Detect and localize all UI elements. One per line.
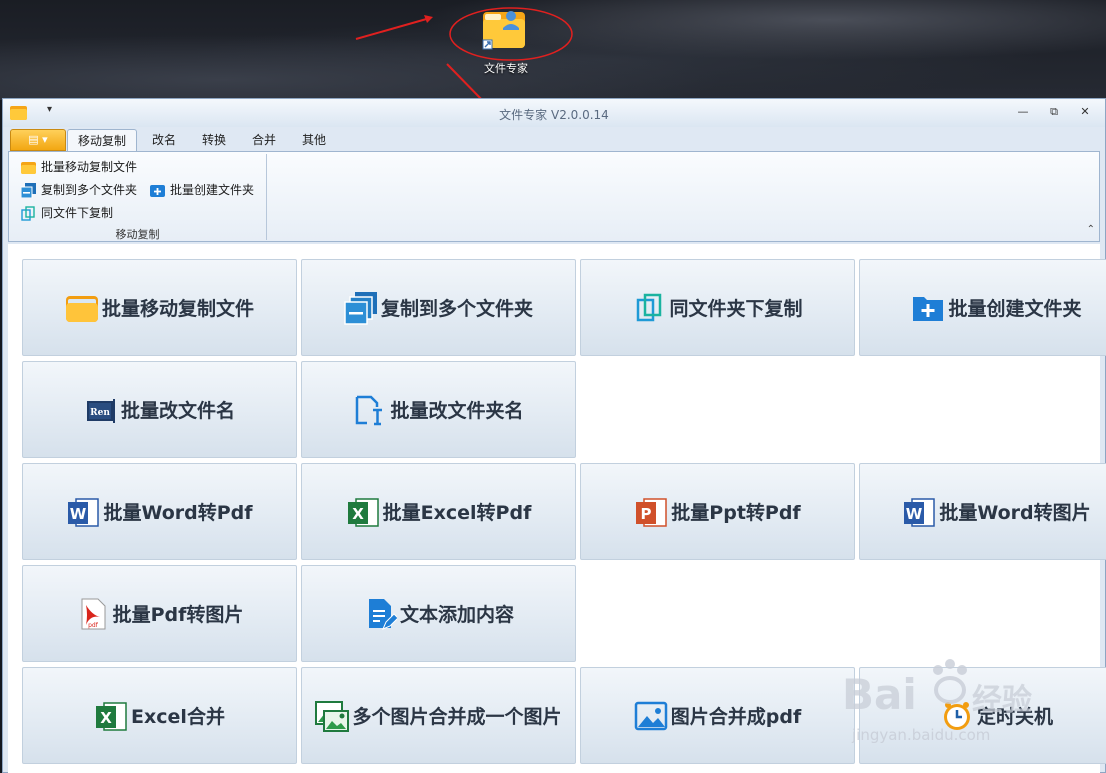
close-button[interactable]: ✕ [1074, 103, 1096, 121]
desktop-background: 文件专家 [0, 0, 1106, 100]
tile-batch-word-to-image[interactable]: W 批量Word转图片 [859, 463, 1106, 560]
title-bar[interactable]: ▾ 文件专家 V2.0.0.14 — ⧉ ✕ [3, 99, 1105, 127]
tile-batch-ppt-to-pdf[interactable]: P 批量Ppt转Pdf [580, 463, 855, 560]
image-icon [634, 701, 668, 730]
text-edit-icon [368, 598, 397, 630]
file-menu-button[interactable]: ▤ ▾ [10, 129, 66, 151]
ribbon-item-label: 同文件下复制 [41, 206, 114, 220]
desktop-shortcut-file-expert[interactable]: 文件专家 [470, 6, 542, 76]
copy-icon [21, 206, 35, 221]
tile-label: 批量Word转Pdf [103, 502, 253, 524]
tile-label: 批量Ppt转Pdf [671, 502, 801, 524]
tile-batch-excel-to-pdf[interactable]: X 批量Excel转Pdf [301, 463, 576, 560]
pdf-icon: pdf [81, 598, 106, 629]
tile-label: Excel合并 [131, 706, 225, 728]
rename-folder-icon [356, 395, 383, 425]
tile-images-to-pdf[interactable]: 图片合并成pdf [580, 667, 855, 764]
watermark-url: jingyan.baidu.com [852, 726, 991, 744]
tile-label: 多个图片合并成一个图片 [352, 706, 562, 728]
desktop-shortcut-label: 文件专家 [484, 62, 528, 75]
copy-multi-icon [344, 291, 377, 325]
svg-text:Ren: Ren [90, 408, 110, 418]
tile-label: 批量Word转图片 [939, 502, 1091, 524]
add-folder-icon [150, 185, 165, 197]
folder-user-icon [482, 11, 525, 50]
tile-copy-multi-folder[interactable]: 复制到多个文件夹 [301, 259, 576, 356]
tab-other[interactable]: 其他 [293, 129, 335, 151]
copy-icon [637, 293, 662, 321]
svg-text:pdf: pdf [88, 622, 99, 629]
svg-text:X: X [352, 505, 364, 523]
svg-text:P: P [641, 505, 652, 523]
ribbon-tabs: ▤ ▾ 移动复制 改名 转换 合并 其他 [3, 127, 1105, 151]
ribbon-item-label: 批量创建文件夹 [170, 183, 255, 197]
copy-multi-icon [21, 183, 36, 198]
svg-text:W: W [906, 505, 923, 523]
tile-batch-word-to-pdf[interactable]: W 批量Word转Pdf [22, 463, 297, 560]
ribbon-item-label: 批量移动复制文件 [41, 160, 138, 174]
watermark-brand: Bai [842, 670, 917, 719]
tile-batch-pdf-to-image[interactable]: pdf 批量Pdf转图片 [22, 565, 297, 662]
excel-icon: X [96, 701, 127, 731]
tab-rename[interactable]: 改名 [143, 129, 185, 151]
tile-copy-same-folder[interactable]: 同文件夹下复制 [580, 259, 855, 356]
tile-label: 批量创建文件夹 [948, 298, 1082, 320]
tile-excel-merge[interactable]: X Excel合并 [22, 667, 297, 764]
images-icon [315, 700, 350, 732]
tile-label: 文本添加内容 [399, 604, 514, 626]
minimize-button[interactable]: — [1012, 103, 1034, 121]
ppt-icon: P [636, 497, 668, 527]
tile-batch-move-copy[interactable]: 批量移动复制文件 [22, 259, 297, 356]
tile-label: 同文件夹下复制 [669, 298, 803, 320]
rename-icon: Ren [86, 398, 115, 423]
baidu-paw-icon [933, 659, 967, 704]
baidu-watermark: Bai 经验 jingyan.baidu.com [842, 650, 1062, 750]
window-title: 文件专家 V2.0.0.14 [499, 108, 609, 122]
ribbon-panel: 批量移动复制文件 复制到多个文件夹 批量创建文件夹 同文件下复制 移动复制 ⌃ [8, 151, 1100, 242]
tile-batch-create-folder[interactable]: 批量创建文件夹 [859, 259, 1106, 356]
excel-icon: X [347, 497, 379, 527]
tile-label: 批量移动复制文件 [101, 298, 254, 320]
restore-button[interactable]: ⧉ [1043, 103, 1065, 121]
tile-label: 批量Excel转Pdf [382, 502, 532, 524]
add-folder-icon [913, 296, 944, 321]
tile-label: 批量Pdf转图片 [112, 604, 244, 626]
svg-text:W: W [70, 505, 87, 523]
tile-text-add-content[interactable]: 文本添加内容 [301, 565, 576, 662]
tile-merge-images[interactable]: 多个图片合并成一个图片 [301, 667, 576, 764]
tile-batch-rename-file[interactable]: Ren 批量改文件名 [22, 361, 297, 458]
watermark-brand-suffix: 经验 [972, 683, 1032, 718]
folder-icon [21, 162, 36, 174]
tab-convert[interactable]: 转换 [193, 129, 235, 151]
svg-text:X: X [100, 709, 112, 727]
word-icon: W [904, 497, 936, 527]
folder-icon [65, 295, 98, 322]
ribbon-group-label: 移动复制 [115, 228, 160, 241]
tile-label: 批量改文件夹名 [390, 400, 524, 422]
tile-label: 复制到多个文件夹 [380, 298, 533, 320]
tab-merge[interactable]: 合并 [243, 129, 285, 151]
word-icon: W [68, 497, 100, 527]
ribbon-collapse-button[interactable]: ⌃ [1087, 224, 1095, 235]
ribbon-group-separator [266, 154, 267, 240]
tile-label: 图片合并成pdf [670, 706, 802, 728]
tile-label: 批量改文件名 [120, 400, 235, 422]
tile-batch-rename-folder[interactable]: 批量改文件夹名 [301, 361, 576, 458]
ribbon-item-label: 复制到多个文件夹 [41, 183, 138, 197]
tab-move-copy[interactable]: 移动复制 [67, 129, 137, 151]
